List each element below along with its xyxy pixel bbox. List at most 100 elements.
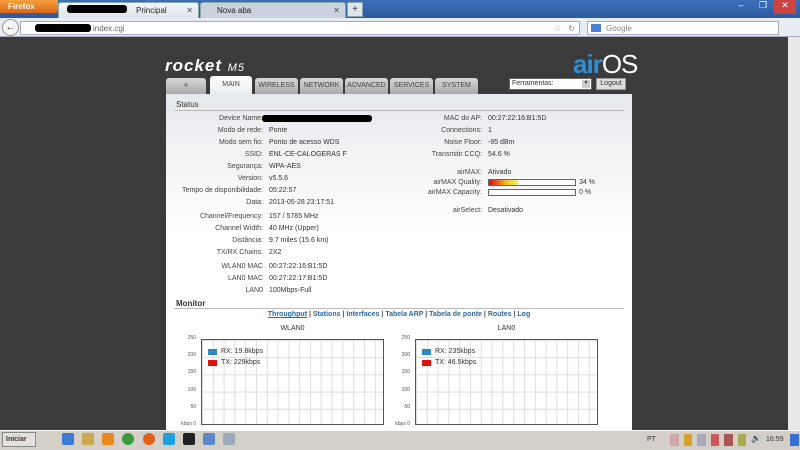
close-tab-icon[interactable]: ✕ <box>186 6 193 15</box>
throughput-chart-lan0: RX: 235kbps TX: 46.5kbps <box>415 339 598 425</box>
close-window-icon[interactable]: ✕ <box>774 0 796 14</box>
status-value: 2X2 <box>269 249 282 256</box>
legend-rx-label: RX: 235kbps <box>435 348 476 355</box>
tools-label: Ferramentas: <box>512 80 554 87</box>
status-label: Segurança: <box>227 163 263 170</box>
status-value: v5.5.6 <box>269 175 289 182</box>
status-label: airMAX Capacity: <box>427 189 482 196</box>
tools-dropdown[interactable]: Ferramentas: ▼ <box>509 78 592 90</box>
legend-tx-label: TX: 229kbps <box>221 359 261 366</box>
y-tick-label: 100 <box>187 386 196 393</box>
tray-icon[interactable] <box>683 434 692 446</box>
reload-icon[interactable]: ↻ <box>568 24 575 33</box>
terminal-icon[interactable] <box>183 433 195 445</box>
content-panel: Status Device Name: Modo de rede: Ponte Mod… <box>166 94 632 434</box>
redacted <box>67 5 127 13</box>
back-button[interactable]: ← <box>2 19 19 36</box>
status-label: Modo de rede: <box>217 127 263 134</box>
monitor-link-tabela-de-ponte[interactable]: Tabela de ponte <box>429 311 482 318</box>
scrollbar[interactable] <box>788 37 800 430</box>
search-input[interactable]: Google <box>587 21 779 35</box>
language-indicator[interactable]: PT <box>647 436 656 443</box>
browser-tab-active[interactable]: Principal ✕ <box>58 2 199 18</box>
status-label: airMAX Quality: <box>433 179 482 186</box>
divider <box>174 308 624 309</box>
status-value: 00:27:22:16:B1:5D <box>269 263 328 270</box>
monitor-link-log[interactable]: Log <box>517 311 530 318</box>
status-value: Ativado <box>488 169 512 176</box>
status-value: WPA-AES <box>269 163 301 170</box>
y-tick-label: kbps 0 <box>181 421 196 427</box>
tray-icon[interactable] <box>697 434 706 446</box>
tray-icon[interactable] <box>710 434 719 446</box>
monitor-links: Throughput | Stations | Interfaces | Tab… <box>166 311 632 318</box>
tab-network[interactable]: NETWORK <box>300 78 343 94</box>
start-button[interactable]: Iniciar <box>2 432 36 447</box>
divider <box>174 110 624 111</box>
rx-swatch <box>208 348 217 355</box>
monitor-heading: Monitor <box>176 299 206 308</box>
tab-system[interactable]: SYSTEM <box>435 78 478 94</box>
status-value: Ponto de acesso WDS <box>269 139 340 146</box>
google-icon <box>591 24 601 32</box>
status-value: 34 % <box>579 179 595 186</box>
y-tick-label: 250 <box>187 335 196 341</box>
status-label: LAN0 <box>245 287 263 294</box>
y-tick-label: 200 <box>187 352 196 359</box>
tx-swatch <box>422 359 431 366</box>
ubiquiti-logo-tab[interactable]: ⟡ <box>166 78 206 94</box>
chrome-icon[interactable] <box>122 433 134 445</box>
media-icon[interactable] <box>102 433 114 445</box>
close-tab-icon[interactable]: ✕ <box>333 6 340 15</box>
monitor-link-interfaces[interactable]: Interfaces <box>346 311 379 318</box>
monitor-link-tabela-arp[interactable]: Tabela ARP <box>385 311 423 318</box>
tab-label: Nova aba <box>217 6 252 15</box>
tray-icon[interactable] <box>724 434 733 446</box>
monitor-link-throughput[interactable]: Throughput <box>268 311 307 318</box>
status-label: Noise Floor: <box>444 139 482 146</box>
status-label: Tempo de disponibilidade: <box>182 187 263 194</box>
tray-icon[interactable] <box>737 434 746 446</box>
status-value: 157 / 5785 MHz <box>269 213 319 220</box>
status-label: airSelect: <box>452 207 482 214</box>
y-tick-label: 50 <box>190 403 196 410</box>
firefox-icon[interactable] <box>143 433 155 445</box>
tx-swatch <box>208 359 217 366</box>
logout-button[interactable]: Logout <box>596 78 626 90</box>
app-icon[interactable] <box>223 433 235 445</box>
firefox-menu-button[interactable]: Firefox <box>0 0 58 13</box>
skype-icon[interactable] <box>163 433 175 445</box>
volume-icon[interactable]: 🔊 <box>751 434 761 446</box>
new-tab-button[interactable]: + <box>347 2 363 17</box>
status-label: Transmitir CCQ: <box>431 151 482 158</box>
minimize-icon[interactable]: – <box>730 0 752 14</box>
status-label: WLAN0 MAC <box>221 263 263 270</box>
tab-wireless[interactable]: WIRELESS <box>255 78 298 94</box>
status-value: 2013-05-28 23:17:51 <box>269 199 334 206</box>
tray-icon[interactable] <box>670 434 679 446</box>
ie-icon[interactable] <box>62 433 74 445</box>
url-bar[interactable]: index.cgi ☆ ↻ <box>20 21 580 35</box>
tab-advanced[interactable]: ADVANCED <box>345 78 388 94</box>
rx-swatch <box>422 348 431 355</box>
status-label: SSID: <box>244 151 263 158</box>
app-icon[interactable] <box>203 433 215 445</box>
status-label: LAN0 MAC <box>227 275 263 282</box>
tab-main[interactable]: MAIN <box>210 76 252 94</box>
bookmark-star-icon[interactable]: ☆ <box>554 24 561 33</box>
progress-fill <box>489 180 519 185</box>
search-placeholder: Google <box>606 24 632 33</box>
monitor-link-stations[interactable]: Stations <box>313 311 341 318</box>
folder-icon[interactable] <box>82 433 94 445</box>
browser-tab[interactable]: Nova aba ✕ <box>200 2 346 18</box>
tab-services[interactable]: SERVICES <box>390 78 433 94</box>
maximize-icon[interactable]: ❐ <box>752 0 774 14</box>
y-tick-label: 250 <box>401 335 410 341</box>
monitor-link-routes[interactable]: Routes <box>488 311 512 318</box>
legend-tx: TX: 46.5kbps <box>422 359 476 366</box>
show-desktop-icon[interactable] <box>790 434 799 446</box>
chevron-down-icon: ▼ <box>582 80 590 88</box>
status-label: Channel/Frequency: <box>199 213 263 220</box>
tab-label: Principal <box>136 6 167 15</box>
rocket-m5-logo: rocket M5 <box>165 56 246 75</box>
